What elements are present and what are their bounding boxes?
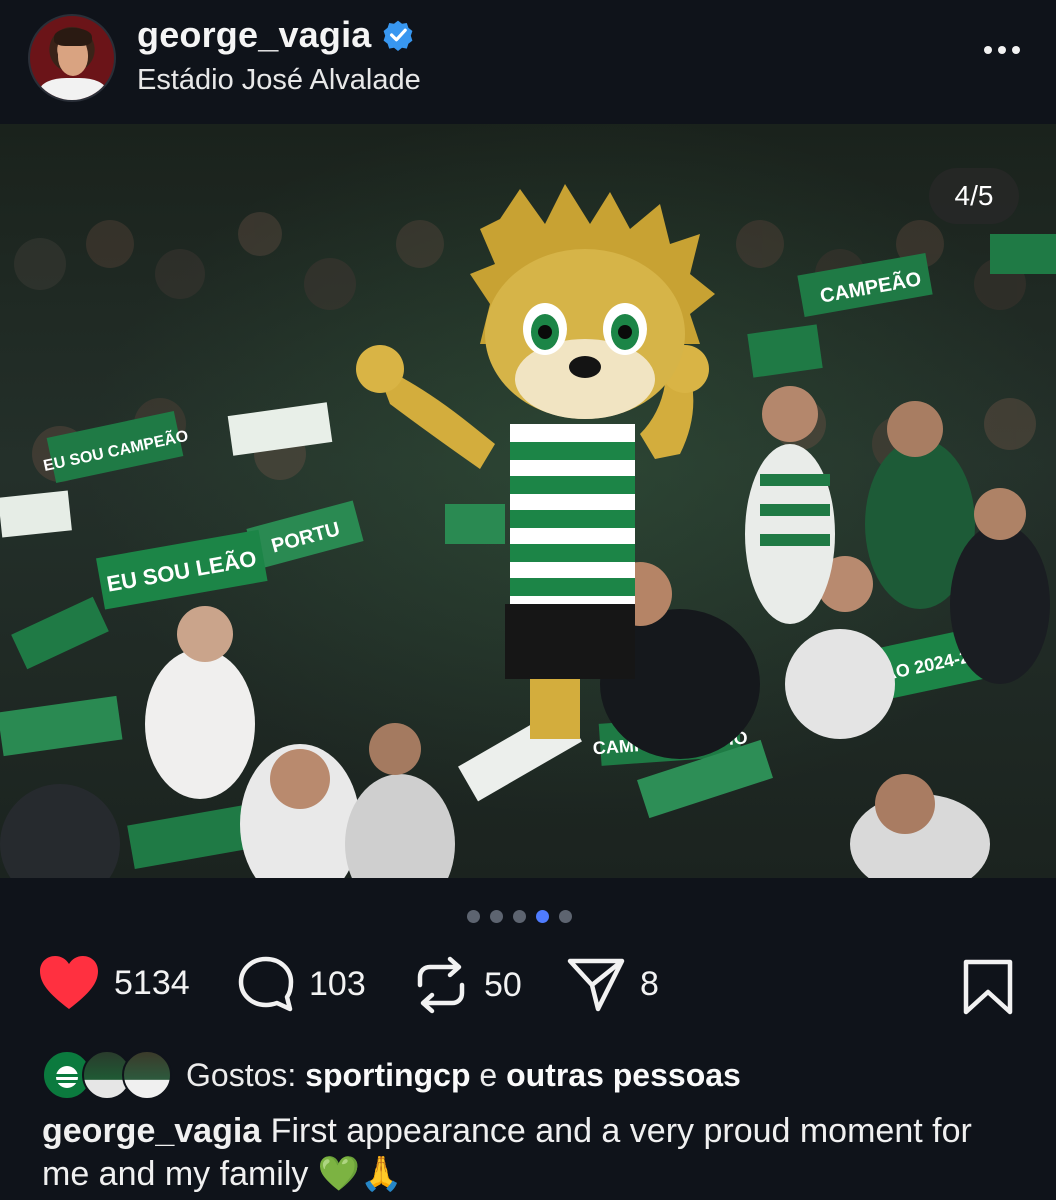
bookmark-icon xyxy=(963,959,1013,1015)
carousel-dots xyxy=(467,910,572,923)
action-bar: 5134 103 50 8 xyxy=(0,955,1056,1025)
repost-button[interactable]: 50 xyxy=(412,955,522,1015)
carousel-dot[interactable] xyxy=(559,910,572,923)
liked-by-user[interactable]: sportingcp xyxy=(305,1057,470,1093)
post-caption: george_vagia First appearance and a very… xyxy=(42,1110,1022,1196)
verified-badge-icon xyxy=(383,20,412,51)
save-button[interactable] xyxy=(962,958,1014,1021)
liked-by-joiner: e xyxy=(479,1056,498,1093)
liked-by-row[interactable]: Gostos: sportingcp e outras pessoas xyxy=(42,1050,741,1100)
post-photo[interactable]: EU SOU LEÃO BICAMPEÃO 2024-2025 CAMPEÃO … xyxy=(0,124,1056,878)
more-options-icon[interactable] xyxy=(984,46,1020,54)
liked-by-others[interactable]: outras pessoas xyxy=(506,1057,741,1093)
like-button[interactable]: 5134 xyxy=(38,955,190,1011)
username[interactable]: george_vagia xyxy=(137,14,372,56)
liked-by-text: Gostos: sportingcp e outras pessoas xyxy=(186,1057,741,1094)
username-row: george_vagia xyxy=(137,14,414,56)
caption-username[interactable]: george_vagia xyxy=(42,1112,261,1150)
share-button[interactable]: 8 xyxy=(566,955,659,1013)
carousel-dot-active[interactable] xyxy=(536,910,549,923)
stadium-crowd-image: EU SOU LEÃO BICAMPEÃO 2024-2025 CAMPEÃO … xyxy=(0,184,1056,878)
carousel-dot[interactable] xyxy=(490,910,503,923)
comment-count[interactable]: 103 xyxy=(309,965,366,1004)
avatar[interactable] xyxy=(122,1050,172,1100)
repost-count[interactable]: 50 xyxy=(484,966,522,1005)
carousel-dot[interactable] xyxy=(467,910,480,923)
share-count[interactable]: 8 xyxy=(640,965,659,1004)
comment-icon xyxy=(238,956,294,1012)
heart-icon xyxy=(40,956,98,1009)
like-count[interactable]: 5134 xyxy=(114,964,190,1003)
post-header: george_vagia Estádio José Alvalade xyxy=(0,0,1056,124)
liked-by-prefix: Gostos: xyxy=(186,1056,297,1093)
location-label[interactable]: Estádio José Alvalade xyxy=(137,64,421,97)
comment-button[interactable]: 103 xyxy=(237,955,366,1013)
avatar[interactable] xyxy=(28,14,116,102)
send-icon xyxy=(567,958,625,1012)
repost-icon xyxy=(417,956,465,1014)
carousel-dot[interactable] xyxy=(513,910,526,923)
slide-counter: 4/5 xyxy=(929,168,1019,224)
